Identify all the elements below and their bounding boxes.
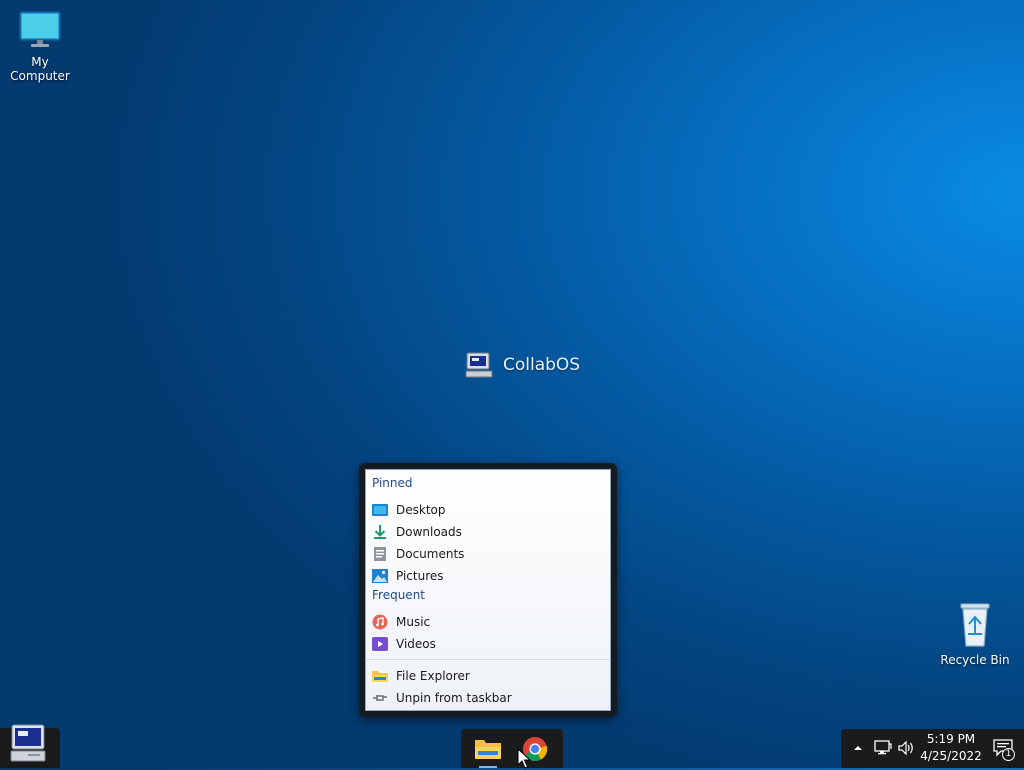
- folder-icon: [475, 740, 501, 759]
- jumplist-item-videos[interactable]: Videos: [372, 634, 604, 654]
- desktop-icon-recycle-bin[interactable]: Recycle Bin: [935, 600, 1015, 667]
- unpin-icon: [372, 690, 388, 706]
- documents-icon: [372, 546, 388, 562]
- pictures-icon: [372, 568, 388, 584]
- taskbar-jump-list: Pinned Desktop Downloads Documents Pictu…: [359, 463, 617, 717]
- taskbar-file-explorer-button[interactable]: [465, 729, 511, 768]
- jumplist-item-label: Downloads: [396, 525, 462, 539]
- desktop-icon-label: My Computer: [10, 55, 70, 83]
- downloads-icon: [372, 524, 388, 540]
- system-tray: 5:19 PM 4/25/2022 1: [841, 729, 1024, 768]
- center-logo-text: CollabOS: [503, 355, 581, 375]
- start-computer-icon: [10, 724, 46, 762]
- jumplist-item-label: File Explorer: [396, 669, 470, 683]
- desktop-folder-icon: [372, 502, 388, 518]
- divider: [366, 659, 610, 660]
- jumplist-item-label: Music: [396, 615, 431, 629]
- music-icon: [372, 614, 388, 630]
- jumplist-item-label: Pictures: [396, 569, 444, 583]
- desktop-icon-label: Recycle Bin: [940, 653, 1010, 667]
- jumplist-item-music[interactable]: Music: [372, 612, 604, 632]
- jumplist-item-label: Desktop: [396, 503, 446, 517]
- mouse-cursor: [517, 748, 531, 769]
- network-icon[interactable]: [874, 740, 892, 756]
- chevron-up-icon[interactable]: [853, 744, 863, 752]
- jumplist-item-downloads[interactable]: Downloads: [372, 522, 604, 542]
- jump-list-body: Pinned Desktop Downloads Documents Pictu…: [365, 469, 611, 711]
- computer-logo-icon: [465, 352, 493, 378]
- recycle-bin-icon: [960, 603, 990, 647]
- start-button[interactable]: [0, 724, 60, 768]
- jumplist-item-desktop[interactable]: Desktop: [372, 500, 604, 520]
- videos-icon: [372, 636, 388, 652]
- jumplist-item-label: Unpin from taskbar: [396, 691, 512, 705]
- clock-date[interactable]: 4/25/2022: [911, 749, 991, 763]
- center-logo: CollabOS: [465, 352, 580, 378]
- desktop-icon-my-computer[interactable]: My Computer: [0, 10, 80, 83]
- notification-count-badge: 1: [1002, 748, 1015, 761]
- jumplist-item-file-explorer[interactable]: File Explorer: [372, 666, 604, 686]
- monitor-icon: [19, 11, 61, 47]
- jumplist-item-label: Videos: [396, 637, 436, 651]
- jumplist-item-label: Documents: [396, 547, 465, 561]
- section-title-pinned: Pinned: [372, 476, 413, 490]
- jumplist-item-documents[interactable]: Documents: [372, 544, 604, 564]
- taskbar-apps: [461, 729, 563, 768]
- clock-time[interactable]: 5:19 PM: [911, 732, 991, 746]
- jumplist-item-unpin[interactable]: Unpin from taskbar: [372, 688, 604, 708]
- section-title-frequent: Frequent: [372, 588, 425, 602]
- jumplist-item-pictures[interactable]: Pictures: [372, 566, 604, 586]
- notification-center-button[interactable]: 1: [991, 737, 1015, 761]
- file-explorer-icon: [372, 668, 388, 684]
